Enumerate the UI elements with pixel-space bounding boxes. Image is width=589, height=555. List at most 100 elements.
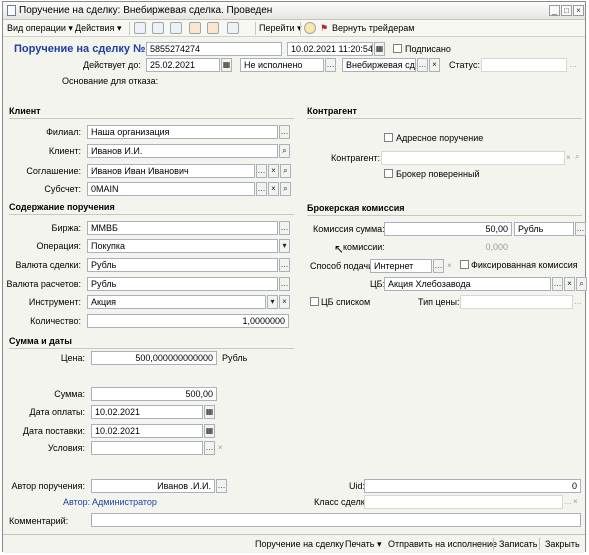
channel-select-button[interactable]: … (433, 259, 444, 273)
pay-date-field[interactable]: 10.02.2021 (91, 405, 203, 419)
clear-icon[interactable]: × (566, 153, 571, 162)
calendar-icon[interactable]: ▦ (374, 42, 385, 56)
search-icon[interactable]: ⌕ (280, 182, 291, 196)
settle-currency-field[interactable]: Рубль (87, 277, 278, 291)
uid-field[interactable]: 0 (364, 479, 581, 493)
flag-icon[interactable]: ⚑ (320, 23, 328, 34)
settle-currency-select-button[interactable]: … (279, 277, 290, 291)
operation-kind-menu[interactable]: Вид операции ▾ (7, 23, 73, 34)
trusted-broker-checkbox[interactable] (384, 169, 393, 178)
fixed-commission-checkbox[interactable] (460, 260, 469, 269)
calendar-icon[interactable]: ▦ (204, 424, 215, 438)
terms-select-button[interactable]: … (204, 441, 215, 455)
status-select-button[interactable]: … (569, 60, 577, 69)
clear-icon[interactable]: × (279, 295, 290, 309)
terms-field[interactable] (91, 441, 203, 455)
price-type-field[interactable] (460, 295, 573, 309)
state-field[interactable]: Не исполнено (240, 58, 324, 72)
order-number-field[interactable]: 5855274274 (146, 42, 282, 56)
state-select-button[interactable]: … (325, 58, 336, 72)
commission-sum-field[interactable]: 50,00 (384, 222, 512, 236)
clear-icon[interactable]: × (268, 182, 279, 196)
order-author-field[interactable]: Иванов .И.И. (91, 479, 215, 493)
counterparty-field[interactable] (381, 151, 565, 165)
return-to-traders-button[interactable]: Вернуть трейдерам (332, 23, 414, 33)
title-bar: Поручение на сделку: Внебиржевая сделка.… (3, 2, 585, 20)
exchange-select-button[interactable]: … (279, 221, 290, 235)
clear-icon[interactable]: × (268, 164, 279, 178)
search-icon[interactable]: ⌕ (279, 144, 290, 158)
calendar-icon[interactable]: ▦ (221, 58, 232, 72)
exchange-field[interactable]: ММВБ (87, 221, 278, 235)
branch-field[interactable]: Наша организация (87, 125, 278, 139)
copy-icon[interactable] (134, 22, 146, 34)
valid-until-label: Действует до: (83, 60, 141, 70)
refresh-icon[interactable] (170, 22, 182, 34)
security-list-checkbox[interactable] (310, 297, 319, 306)
structure-icon[interactable] (227, 22, 239, 34)
list-icon[interactable] (152, 22, 164, 34)
quantity-field[interactable]: 1,0000000 (87, 314, 289, 328)
clear-icon[interactable]: × (218, 443, 223, 452)
post-icon[interactable] (189, 22, 201, 34)
delivery-date-field[interactable]: 10.02.2021 (91, 424, 203, 438)
unpost-icon[interactable] (207, 22, 219, 34)
deal-kind-field[interactable]: Внебиржевая сде (342, 58, 416, 72)
author-link[interactable]: Администратор (92, 496, 157, 508)
channel-field[interactable]: Интернет (370, 259, 432, 273)
security-field[interactable]: Акция Хлебозавода (384, 277, 551, 291)
goto-menu[interactable]: Перейти ▾ (259, 23, 302, 34)
deal-currency-select-button[interactable]: … (279, 258, 290, 272)
clear-icon[interactable]: × (573, 497, 578, 506)
send-to-execution-button[interactable]: Отправить на исполнение (388, 539, 497, 549)
amounts-section-title: Сумма и даты (9, 336, 72, 346)
commission-currency-select-button[interactable]: … (575, 222, 586, 236)
refusal-reason-label: Основание для отказа: (62, 76, 159, 86)
close-window-button[interactable]: × (573, 5, 584, 16)
price-type-select-button[interactable]: … (574, 297, 582, 306)
order-author-select-button[interactable]: … (216, 479, 227, 493)
order-print-button[interactable]: Поручение на сделку (255, 539, 344, 549)
deal-currency-field[interactable]: Рубль (87, 258, 278, 272)
actions-menu[interactable]: Действия ▾ (75, 23, 121, 34)
amount-field[interactable]: 500,00 (91, 387, 217, 401)
order-date-field[interactable]: 10.02.2021 11:20:54 (287, 42, 373, 56)
address-order-checkbox[interactable] (384, 133, 393, 142)
deal-kind-select-button[interactable]: … (417, 58, 428, 72)
clear-icon[interactable]: × (564, 277, 575, 291)
close-button[interactable]: Закрыть (545, 539, 580, 549)
search-icon[interactable]: ⌕ (575, 152, 579, 162)
agreement-field[interactable]: Иванов Иван Иванович (87, 164, 255, 178)
clear-icon[interactable]: × (447, 261, 452, 270)
clear-icon[interactable]: × (429, 58, 440, 72)
chevron-down-icon[interactable]: ▾ (267, 295, 278, 309)
search-icon[interactable]: ⌕ (280, 164, 291, 178)
subaccount-select-button[interactable]: … (256, 182, 267, 196)
price-field[interactable]: 500,000000000000 (91, 351, 217, 365)
client-field[interactable]: Иванов И.И. (87, 144, 278, 158)
subaccount-field[interactable]: 0MAIN (87, 182, 255, 196)
help-icon[interactable] (304, 22, 316, 34)
search-icon[interactable]: ⌕ (576, 277, 587, 291)
commission-currency-field[interactable]: Рубль (514, 222, 574, 236)
author-link-label[interactable]: Автор: (63, 496, 90, 508)
status-label: Статус: (449, 60, 480, 70)
calendar-icon[interactable]: ▦ (204, 405, 215, 419)
maximize-button[interactable]: □ (561, 5, 572, 16)
minimize-button[interactable]: _ (549, 5, 560, 16)
deal-class-select-button[interactable]: … (564, 497, 572, 506)
operation-field[interactable]: Покупка (87, 239, 278, 253)
print-menu[interactable]: Печать ▾ (345, 539, 382, 550)
deal-class-field[interactable] (364, 495, 563, 509)
security-select-button[interactable]: … (552, 277, 563, 291)
chevron-down-icon[interactable]: ▾ (279, 239, 290, 253)
agreement-select-button[interactable]: … (256, 164, 267, 178)
signed-checkbox[interactable] (393, 44, 402, 53)
price-label: Цена: (60, 353, 85, 363)
comment-field[interactable] (91, 513, 581, 527)
instrument-field[interactable]: Акция (87, 295, 266, 309)
save-button[interactable]: Записать (499, 539, 537, 549)
status-field[interactable] (481, 58, 567, 72)
branch-select-button[interactable]: … (279, 125, 290, 139)
valid-until-field[interactable]: 25.02.2021 (146, 58, 220, 72)
